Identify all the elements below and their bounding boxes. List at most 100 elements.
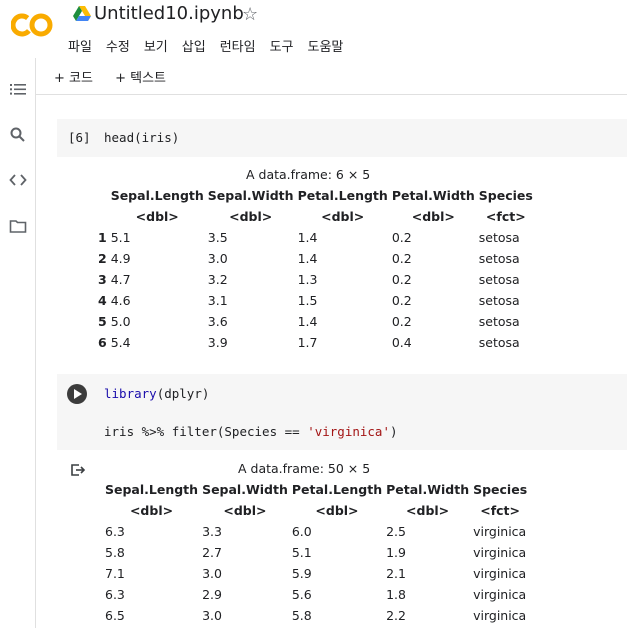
table-cell: 4.6	[110, 293, 131, 308]
table-cell: 5.0	[110, 314, 131, 329]
table-cell: 6.0	[291, 524, 312, 539]
header-row: Sepal.Length Sepal.Width Petal.Length Petal…	[103, 479, 529, 500]
table-cell: 6.3	[105, 524, 125, 539]
table-cell: 3.0	[202, 608, 222, 623]
table-cell: 3.1	[207, 293, 228, 308]
menu-item[interactable]: 도구	[270, 40, 294, 55]
code-line[interactable]: iris %>% filter(Species == 'virginica')	[104, 424, 398, 439]
column-header: Sepal.Width	[202, 482, 288, 497]
table-cell: 3.9	[207, 335, 228, 350]
row-index: 5	[98, 314, 107, 329]
table-cell: 1.8	[386, 587, 406, 602]
column-type: <dbl>	[321, 209, 365, 224]
column-type: <fct>	[485, 209, 526, 224]
table-row: 2 4.9 3.0 1.4 0.2 setosa	[96, 248, 535, 269]
code-line[interactable]: head(iris)	[104, 130, 179, 145]
table-cell: 1.4	[297, 314, 318, 329]
table-cell: 6.5	[105, 608, 125, 623]
table-row: 6.5 3.0 5.8 2.2 virginica	[103, 605, 529, 626]
menu-icon[interactable]	[9, 80, 27, 98]
table-cell: setosa	[478, 230, 520, 245]
menu-item[interactable]: 파일	[68, 40, 92, 55]
output-actions-icon[interactable]	[70, 463, 86, 477]
menu-item[interactable]: 도움말	[308, 40, 344, 55]
code-text: (dplyr)	[156, 386, 210, 401]
drive-icon[interactable]	[73, 6, 91, 22]
table-cell: 1.5	[297, 293, 318, 308]
colab-logo[interactable]	[11, 12, 53, 38]
table-cell: 4.7	[110, 272, 131, 287]
table-cell: 0.2	[391, 230, 412, 245]
add-text-button[interactable]: + 텍스트	[115, 71, 166, 86]
table-cell: 5.8	[105, 545, 125, 560]
run-cell-button[interactable]	[67, 384, 87, 404]
table-cell: setosa	[478, 335, 520, 350]
table-cell: 3.0	[202, 566, 222, 581]
table-cell: 2.2	[386, 608, 406, 623]
row-index: 1	[98, 230, 107, 245]
table-cell: virginica	[473, 545, 527, 560]
add-code-button[interactable]: + 코드	[54, 71, 93, 86]
table-cell: 5.1	[291, 545, 312, 560]
column-type: <dbl>	[135, 209, 179, 224]
table-cell: 3.6	[207, 314, 228, 329]
table-cell: setosa	[478, 293, 520, 308]
sidebar-divider	[35, 58, 36, 628]
menu-item[interactable]: 런타임	[220, 40, 256, 55]
column-type: <dbl>	[229, 209, 273, 224]
column-type: <dbl>	[411, 209, 455, 224]
type-row: <dbl> <dbl> <dbl> <dbl> <fct>	[103, 500, 529, 521]
output-table: Sepal.Length Sepal.Width Petal.Length Petal…	[96, 185, 535, 353]
table-row: 3 4.7 3.2 1.3 0.2 setosa	[96, 269, 535, 290]
table-cell: 3.0	[207, 251, 228, 266]
table-cell: 1.9	[386, 545, 406, 560]
table-row: 5.8 2.7 5.1 1.9 virginica	[103, 542, 529, 563]
code-icon[interactable]	[9, 171, 27, 189]
menu-item[interactable]: 삽입	[182, 40, 206, 55]
table-cell: 3.3	[202, 524, 222, 539]
table-row: 6.3 3.3 6.0 2.5 virginica	[103, 521, 529, 542]
execution-count: [6]	[68, 130, 91, 145]
string-literal: 'virginica'	[307, 424, 390, 439]
star-icon[interactable]: ☆	[242, 4, 258, 25]
table-cell: 6.3	[105, 587, 125, 602]
column-header	[96, 185, 109, 206]
table-row: 7.1 3.0 5.9 2.1 virginica	[103, 563, 529, 584]
table-cell: virginica	[473, 524, 527, 539]
search-icon[interactable]	[9, 126, 27, 144]
table-cell: 1.3	[297, 272, 318, 287]
column-type: <dbl>	[223, 503, 267, 518]
output-table: Sepal.Length Sepal.Width Petal.Length Petal…	[103, 479, 529, 626]
table-cell: 1.4	[297, 251, 318, 266]
keyword: library	[104, 386, 157, 401]
table-cell: 0.2	[391, 251, 412, 266]
table-cell: 0.2	[391, 272, 412, 287]
column-type: <fct>	[480, 503, 520, 518]
menu-bar: 파일 수정 보기 삽입 런타임 도구 도움말	[68, 36, 357, 55]
table-row: 4 4.6 3.1 1.5 0.2 setosa	[96, 290, 535, 311]
menu-item[interactable]: 보기	[144, 40, 168, 55]
table-cell: virginica	[473, 566, 527, 581]
table-cell: 7.1	[105, 566, 125, 581]
column-header: Petal.Width	[386, 482, 470, 497]
table-cell: setosa	[478, 272, 520, 287]
menu-item[interactable]: 수정	[106, 40, 130, 55]
code-line[interactable]: library(dplyr)	[104, 386, 209, 401]
column-type: <dbl>	[315, 503, 359, 518]
table-row: 5 5.0 3.6 1.4 0.2 setosa	[96, 311, 535, 332]
table-cell: 5.9	[291, 566, 312, 581]
row-index: 4	[98, 293, 107, 308]
table-cell: 5.6	[291, 587, 312, 602]
column-header: Petal.Length	[291, 482, 383, 497]
folder-icon[interactable]	[9, 217, 27, 235]
header-row: Sepal.Length Sepal.Width Petal.Length Petal…	[96, 185, 535, 206]
toolbar-divider	[36, 94, 627, 95]
notebook-title[interactable]: Untitled10.ipynb	[94, 3, 244, 24]
column-type	[96, 206, 109, 227]
table-cell: 5.1	[110, 230, 131, 245]
column-type: <dbl>	[129, 503, 174, 518]
table-cell: virginica	[473, 587, 527, 602]
table-cell: 3.5	[207, 230, 228, 245]
type-row: <dbl> <dbl> <dbl> <dbl> <fct>	[96, 206, 535, 227]
table-cell: 0.4	[391, 335, 412, 350]
